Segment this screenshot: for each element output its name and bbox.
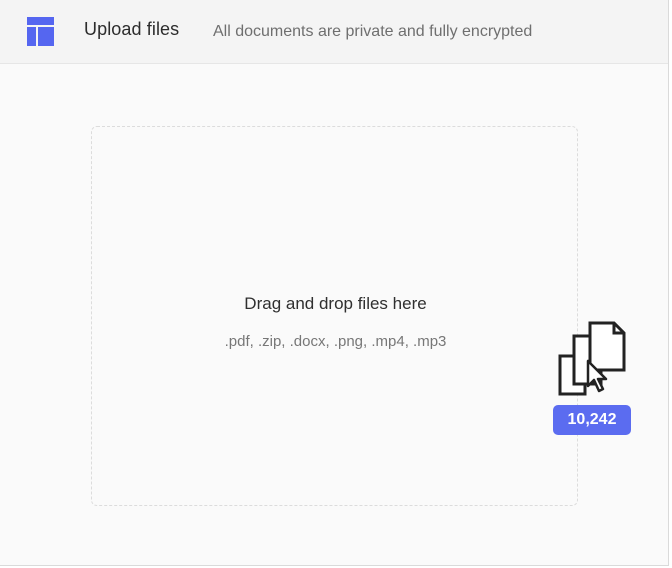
page-title: Upload files <box>84 19 180 39</box>
file-dropzone[interactable]: Drag and drop files here .pdf, .zip, .do… <box>91 126 578 506</box>
layout-grid-icon <box>27 17 54 46</box>
header: Upload files All documents are private a… <box>0 0 668 64</box>
page-subtitle: All documents are private and fully encr… <box>213 23 533 40</box>
upload-window: Upload files All documents are private a… <box>0 0 669 566</box>
stacked-files-with-cursor-icon <box>558 321 626 396</box>
dropzone-title: Drag and drop files here <box>244 294 427 313</box>
file-count-badge: 10,242 <box>553 405 631 435</box>
accepted-file-types: .pdf, .zip, .docx, .png, .mp4, .mp3 <box>224 333 447 350</box>
